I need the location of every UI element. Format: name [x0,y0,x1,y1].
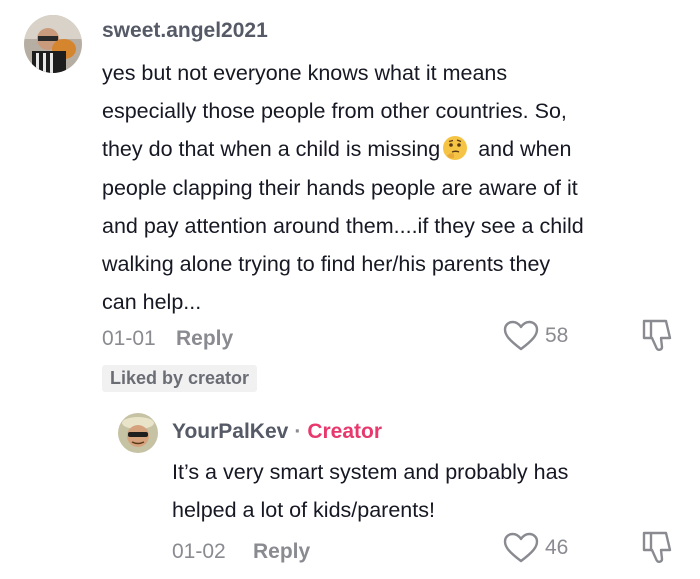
thumbs-down-icon[interactable] [640,530,674,566]
comment-username[interactable]: sweet.angel2021 [102,19,268,43]
creator-username-line: YourPalKev · Creator [172,420,382,444]
comment-line: walking alone trying to find her/his par… [102,252,551,277]
comment-date: 01-02 [172,540,226,563]
reply-button[interactable]: Reply [253,540,310,564]
comment-line: people clapping their hands people are a… [102,175,578,200]
comment-line: can help... [102,290,202,315]
comment-line: helped a lot of kids/parents! [172,498,435,523]
avatar[interactable] [24,15,82,73]
comment-line: and pay attention around them....if they… [102,213,584,238]
comment-text: It’s a very smart system and probably ha… [172,453,568,529]
avatar[interactable] [118,413,158,453]
comment-line-segment: they do that when a child is missing [102,137,441,162]
comment-line: It’s a very smart system and probably ha… [172,460,569,484]
separator-dot: · [294,420,302,443]
comment-line-with-emoji: they do that when a child is missing and… [102,130,584,168]
heart-icon [503,532,539,563]
comment-line-segment: and when [478,137,572,162]
like-button[interactable]: 58 [503,320,568,352]
reply-button[interactable]: Reply [176,327,233,351]
like-count: 46 [545,536,569,559]
thinking-face-emoji-icon [443,136,468,161]
comment-username[interactable]: YourPalKev [172,420,288,443]
comment-line: especially those people from other count… [102,99,567,124]
liked-by-creator-badge: Liked by creator [102,365,258,392]
like-count: 58 [545,324,569,347]
comment-text: yes but not everyone knows what it means… [102,54,584,321]
thumbs-down-icon[interactable] [640,318,674,354]
like-button[interactable]: 46 [503,532,568,564]
creator-label: Creator [307,420,383,443]
heart-icon [503,320,539,351]
comment-date: 01-01 [102,327,156,350]
comment-line: yes but not everyone knows what it means [102,61,508,85]
